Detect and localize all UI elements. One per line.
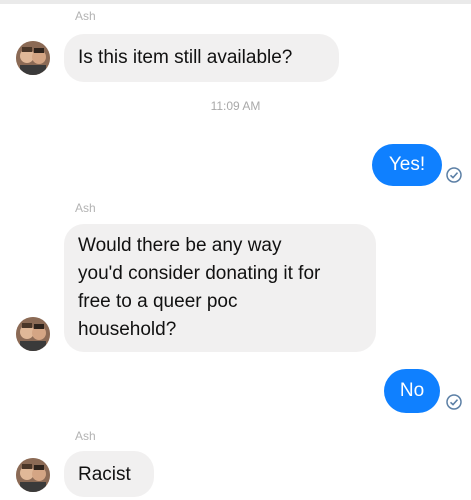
seen-check-icon <box>446 167 462 183</box>
contact-avatar-icon[interactable] <box>16 41 50 75</box>
incoming-message[interactable]: Racist <box>64 451 154 497</box>
sender-name: Ash <box>75 429 96 443</box>
top-divider <box>0 0 471 4</box>
sender-name: Ash <box>75 201 96 215</box>
chat-screen: { "conversation": { "messages": [ {"send… <box>0 0 471 500</box>
seen-check-icon <box>446 394 462 410</box>
contact-avatar-icon[interactable] <box>16 317 50 351</box>
incoming-message[interactable]: Is this item still available? <box>64 34 339 82</box>
contact-avatar-icon[interactable] <box>16 458 50 492</box>
outgoing-message[interactable]: Yes! <box>372 144 442 186</box>
message-timestamp: 11:09 AM <box>210 99 261 113</box>
outgoing-message[interactable]: No <box>384 369 440 413</box>
sender-name: Ash <box>75 9 96 23</box>
incoming-message[interactable]: Would there be any way you'd consider do… <box>64 224 376 352</box>
